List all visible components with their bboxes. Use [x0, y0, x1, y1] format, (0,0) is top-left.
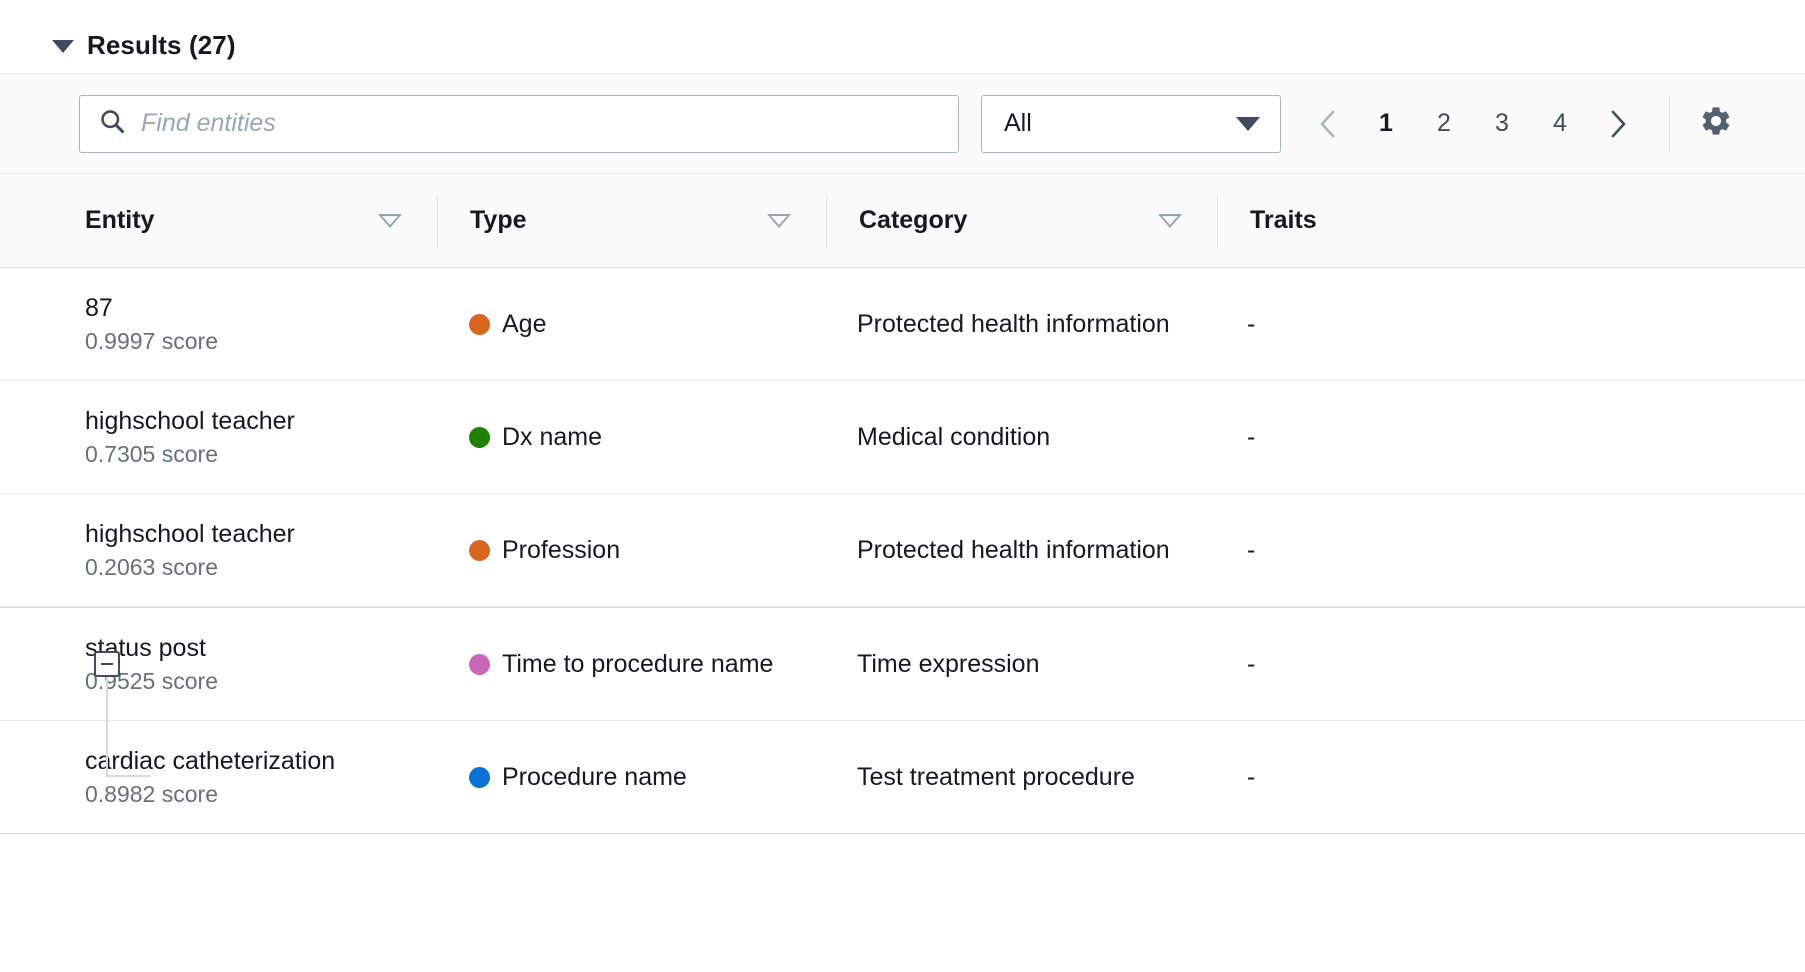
cell-type: Procedure name	[437, 721, 825, 833]
pagination-prev-button[interactable]	[1299, 95, 1357, 153]
table-row[interactable]: highschool teacher 0.2063 score Professi…	[0, 494, 1805, 607]
entity-score: 0.9997 score	[85, 328, 437, 356]
search-icon	[98, 107, 126, 140]
category-label: Protected health information	[857, 310, 1215, 339]
cell-category: Medical condition	[825, 381, 1215, 493]
type-filter-select[interactable]: All	[981, 95, 1281, 153]
panel-header: Results (27)	[0, 0, 1805, 56]
traits-value: -	[1247, 536, 1715, 565]
pagination-next-button[interactable]	[1589, 95, 1647, 153]
pagination-page-4[interactable]: 4	[1531, 95, 1589, 153]
chevron-down-icon	[1236, 117, 1260, 131]
cell-type: Time to procedure name	[437, 608, 825, 720]
type-label: Profession	[502, 536, 620, 565]
column-header-traits[interactable]: Traits	[1218, 174, 1718, 267]
entity-score: 0.7305 score	[85, 441, 437, 469]
pagination-page-3[interactable]: 3	[1473, 95, 1531, 153]
cell-entity: highschool teacher 0.7305 score	[0, 381, 437, 493]
type-color-dot	[469, 314, 490, 335]
search-field[interactable]	[79, 95, 959, 153]
cell-traits: -	[1215, 268, 1715, 380]
category-label: Protected health information	[857, 536, 1215, 565]
category-label: Medical condition	[857, 423, 1215, 452]
column-label-entity: Entity	[85, 206, 154, 235]
type-filter-value: All	[1004, 109, 1032, 138]
type-color-dot	[469, 540, 490, 561]
cell-traits: -	[1215, 494, 1715, 606]
type-color-dot	[469, 427, 490, 448]
entity-score: 0.9525 score	[85, 668, 437, 696]
cell-entity: highschool teacher 0.2063 score	[0, 494, 437, 606]
column-header-category[interactable]: Category	[827, 174, 1217, 267]
table-row[interactable]: 87 0.9997 score Age Protected health inf…	[0, 268, 1805, 381]
entity-name: highschool teacher	[85, 406, 437, 436]
cell-category: Time expression	[825, 608, 1215, 720]
cell-category: Protected health information	[825, 494, 1215, 606]
column-label-traits: Traits	[1250, 206, 1317, 235]
minus-glyph	[101, 663, 113, 666]
traits-value: -	[1247, 310, 1715, 339]
cell-traits: -	[1215, 721, 1715, 833]
cell-entity: 87 0.9997 score	[0, 268, 437, 380]
page-title: Results (27)	[87, 30, 236, 61]
results-table: Entity Type Category Traits 87 0.9997 sc	[0, 174, 1805, 834]
cell-traits: -	[1215, 608, 1715, 720]
collapse-minus-icon[interactable]	[94, 651, 120, 677]
tree-elbow-connector	[106, 721, 108, 777]
category-label: Test treatment procedure	[857, 763, 1215, 792]
column-header-type[interactable]: Type	[438, 174, 826, 267]
table-row-parent[interactable]: status post 0.9525 score Time to procedu…	[0, 607, 1805, 721]
type-color-dot	[469, 654, 490, 675]
traits-value: -	[1247, 763, 1715, 792]
type-color-dot	[469, 767, 490, 788]
cell-traits: -	[1215, 381, 1715, 493]
table-row-child[interactable]: cardiac catheterization 0.8982 score Pro…	[0, 721, 1805, 834]
results-panel: Results (27) All 1 2 3	[0, 0, 1805, 972]
entity-score: 0.8982 score	[85, 781, 437, 809]
table-toolbar: All 1 2 3 4	[0, 73, 1805, 174]
sort-triangle-icon[interactable]	[378, 214, 402, 228]
entity-name: cardiac catheterization	[85, 746, 437, 776]
entity-name: status post	[85, 633, 437, 663]
traits-value: -	[1247, 650, 1715, 679]
search-input[interactable]	[141, 109, 940, 138]
table-header-row: Entity Type Category Traits	[0, 174, 1805, 268]
pagination-page-1[interactable]: 1	[1357, 95, 1415, 153]
pagination-page-2[interactable]: 2	[1415, 95, 1473, 153]
preferences-button[interactable]	[1686, 95, 1746, 153]
sort-triangle-icon[interactable]	[1158, 214, 1182, 228]
cell-entity: cardiac catheterization 0.8982 score	[0, 721, 437, 833]
cell-category: Protected health information	[825, 268, 1215, 380]
column-header-entity[interactable]: Entity	[0, 174, 437, 267]
type-label: Time to procedure name	[502, 650, 773, 679]
entity-score: 0.2063 score	[85, 554, 437, 582]
category-label: Time expression	[857, 650, 1215, 679]
cell-category: Test treatment procedure	[825, 721, 1215, 833]
table-row[interactable]: highschool teacher 0.7305 score Dx name …	[0, 381, 1805, 494]
toolbar-divider	[1669, 95, 1670, 153]
traits-value: -	[1247, 423, 1715, 452]
type-label: Procedure name	[502, 763, 687, 792]
column-label-type: Type	[470, 206, 527, 235]
cell-entity: status post 0.9525 score	[0, 608, 437, 720]
entity-name: 87	[85, 293, 437, 323]
sort-triangle-icon[interactable]	[767, 214, 791, 228]
cell-type: Profession	[437, 494, 825, 606]
entity-name: highschool teacher	[85, 519, 437, 549]
type-label: Dx name	[502, 423, 602, 452]
column-label-category: Category	[859, 206, 967, 235]
pagination: 1 2 3 4	[1299, 95, 1647, 153]
type-label: Age	[502, 310, 546, 339]
cell-type: Dx name	[437, 381, 825, 493]
gear-icon	[1699, 104, 1733, 143]
caret-down-icon[interactable]	[52, 40, 74, 53]
cell-type: Age	[437, 268, 825, 380]
